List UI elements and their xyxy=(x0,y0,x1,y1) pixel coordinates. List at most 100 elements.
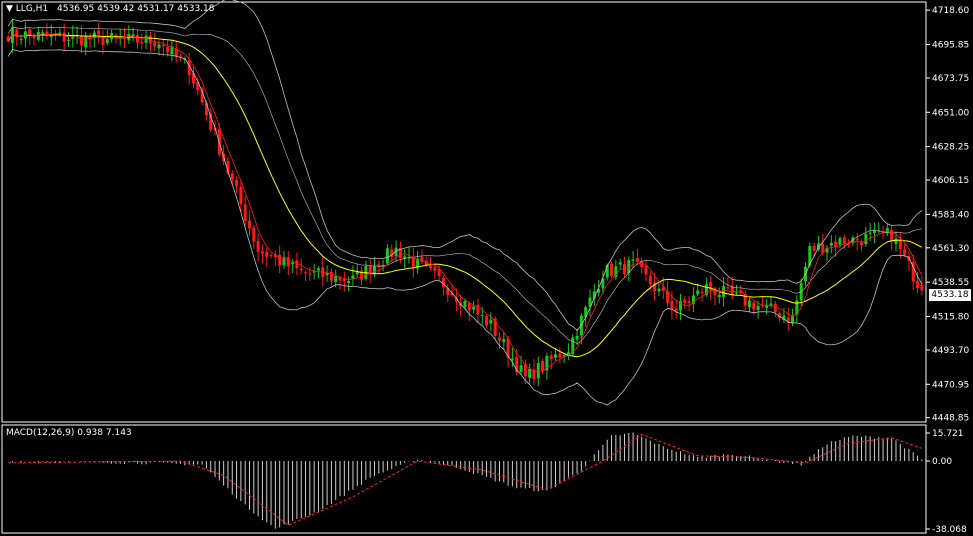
chart-canvas[interactable]: 4718.60 4695.85 4673.75 4651.00 4628.25 4606.… xyxy=(0,0,973,536)
bull-candle xyxy=(528,368,532,378)
price-axis-label: 4606.15 xyxy=(932,176,969,186)
bear-candle xyxy=(239,186,243,205)
bear-candle xyxy=(786,317,790,322)
bull-candle xyxy=(872,230,876,234)
bear-candle xyxy=(140,41,144,44)
price-axis-label: 4718.60 xyxy=(932,6,969,16)
bear-candle xyxy=(97,30,101,35)
bear-candle xyxy=(62,32,66,42)
bull-candle xyxy=(864,234,868,245)
ohlc-values: 4536.95 4539.42 4531.17 4533.18 xyxy=(57,4,215,14)
price-axis-label: 4695.85 xyxy=(932,41,969,51)
bear-candle xyxy=(161,44,165,47)
bear-candle xyxy=(265,252,269,257)
signal-value: 7.143 xyxy=(105,428,132,438)
bull-candle xyxy=(735,292,739,294)
price-axis-label: 4448.85 xyxy=(932,414,969,424)
bear-candle xyxy=(308,273,312,275)
bear-candle xyxy=(541,361,545,371)
price-axis-label: 4583.40 xyxy=(932,210,969,220)
bear-candle xyxy=(429,265,433,269)
bull-candle xyxy=(41,32,45,34)
bear-candle xyxy=(278,254,282,266)
bull-candle xyxy=(347,280,351,284)
bear-candle xyxy=(903,249,907,256)
bull-candle xyxy=(868,232,872,234)
bear-candle xyxy=(648,276,652,285)
price-axis-label: 4538.55 xyxy=(932,278,969,288)
price-axis-label: 4493.70 xyxy=(932,346,969,356)
bear-candle xyxy=(243,204,247,221)
bull-candle xyxy=(58,32,62,34)
bear-candle xyxy=(230,173,234,180)
macd-panel-frame xyxy=(1,424,927,534)
price-axis-label: 4673.75 xyxy=(932,74,969,84)
bear-candle xyxy=(79,35,83,46)
bear-candle xyxy=(485,316,489,326)
bull-candle xyxy=(657,288,661,292)
bear-candle xyxy=(135,35,139,43)
bull-candle xyxy=(157,44,161,49)
macd-axis-label: 15.721 xyxy=(932,429,964,439)
bear-candle xyxy=(15,29,19,38)
bull-candle xyxy=(756,305,760,310)
dropdown-arrow-icon[interactable]: ▼ xyxy=(6,4,13,14)
bull-candle xyxy=(717,294,721,298)
bear-candle xyxy=(204,102,208,115)
bull-candle xyxy=(480,314,484,316)
bull-candle xyxy=(316,268,320,271)
bear-candle xyxy=(855,238,859,241)
price-axis-label: 4651.00 xyxy=(932,108,969,118)
bull-candle xyxy=(554,354,558,358)
bull-candle xyxy=(575,335,579,340)
bear-candle xyxy=(497,337,501,341)
bear-candle xyxy=(916,280,920,289)
bear-candle xyxy=(752,302,756,310)
bear-candle xyxy=(700,292,704,294)
bear-candle xyxy=(812,245,816,251)
bull-candle xyxy=(838,238,842,245)
bull-candle xyxy=(696,290,700,295)
bull-candle xyxy=(510,358,514,360)
price-axis-label: 4470.95 xyxy=(932,380,969,390)
macd-axis-label: 0.00 xyxy=(932,457,952,467)
bear-candle xyxy=(433,267,437,271)
price-axis-label: 4628.25 xyxy=(932,143,969,153)
macd-axis-label: -38.068 xyxy=(932,525,967,535)
bear-candle xyxy=(549,355,553,360)
bull-candle xyxy=(463,300,467,307)
bear-candle xyxy=(235,179,239,187)
macd-header: MACD(12,26,9) 0.938 7.143 xyxy=(6,428,132,438)
bear-candle xyxy=(683,299,687,303)
bear-candle xyxy=(476,304,480,315)
bear-candle xyxy=(304,272,308,274)
bear-candle xyxy=(269,255,273,257)
bear-candle xyxy=(842,237,846,245)
bull-candle xyxy=(519,365,523,373)
bull-candle xyxy=(894,238,898,244)
bull-candle xyxy=(618,262,622,265)
bear-candle xyxy=(260,251,264,254)
bear-candle xyxy=(687,301,691,303)
main-panel-frame xyxy=(1,1,927,423)
bull-candle xyxy=(489,319,493,324)
bear-candle xyxy=(248,220,252,229)
bear-candle xyxy=(558,353,562,358)
bear-candle xyxy=(441,277,445,288)
macd-title: MACD(12,26,9) xyxy=(6,428,75,438)
bear-candle xyxy=(773,303,777,312)
bull-candle xyxy=(747,300,751,308)
bollinger-upper-line xyxy=(7,0,923,332)
bear-candle xyxy=(635,258,639,262)
chart-header: ▼ LLG,H1 4536.95 4539.42 4531.17 4533.18 xyxy=(6,4,214,14)
current-price-tag: 4533.18 xyxy=(929,289,971,301)
bear-candle xyxy=(420,256,424,263)
bull-candle xyxy=(769,303,773,306)
bull-candle xyxy=(502,339,506,343)
bull-candle xyxy=(105,39,109,44)
bull-candle xyxy=(291,262,295,265)
bear-candle xyxy=(286,257,290,267)
bull-candle xyxy=(472,306,476,310)
bull-candle xyxy=(631,259,635,261)
bear-candle xyxy=(411,257,415,268)
